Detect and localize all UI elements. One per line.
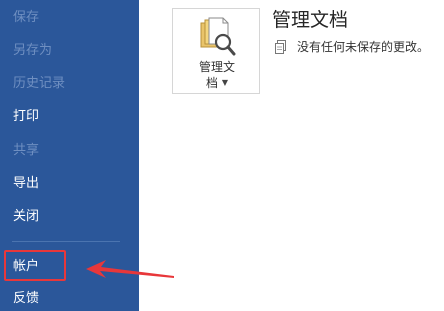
nav-item-export[interactable]: 导出 bbox=[13, 176, 39, 192]
manage-document-label: 管理文 档 ▼ bbox=[173, 60, 261, 91]
account-highlight-box bbox=[4, 250, 66, 281]
nav-item-feedback[interactable]: 反馈 bbox=[13, 291, 39, 307]
nav-item-close[interactable]: 关闭 bbox=[13, 209, 39, 225]
manage-document-button[interactable]: 管理文 档 ▼ bbox=[172, 8, 260, 94]
nav-item-save[interactable]: 保存 bbox=[13, 10, 39, 26]
nav-item-history[interactable]: 历史记录 bbox=[13, 76, 65, 92]
nav-item-share[interactable]: 共享 bbox=[13, 143, 39, 159]
document-search-icon bbox=[200, 17, 236, 56]
status-text: 没有任何未保存的更改。 bbox=[297, 40, 430, 54]
manage-document-label-line1: 管理文 bbox=[198, 60, 235, 74]
annotation-arrow bbox=[86, 260, 174, 278]
sidebar-divider bbox=[12, 241, 120, 242]
nav-item-print[interactable]: 打印 bbox=[13, 109, 39, 125]
chevron-down-icon: ▼ bbox=[221, 78, 228, 87]
nav-item-save-as[interactable]: 另存为 bbox=[13, 43, 52, 59]
documents-icon bbox=[275, 40, 286, 54]
manage-document-label-line2: 档 bbox=[206, 76, 219, 90]
section-title: 管理文档 bbox=[272, 9, 349, 31]
